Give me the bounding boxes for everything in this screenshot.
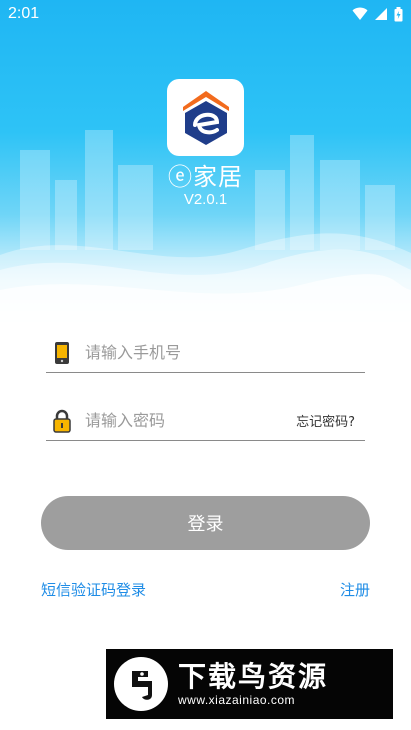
forgot-password-link[interactable]: 忘记密码?: [296, 411, 355, 430]
signal-icon: [375, 8, 387, 20]
header-banner: 2:01 ⓔ家居 V2.0.1: [0, 0, 411, 330]
lock-icon: [49, 407, 75, 435]
app-name: ⓔ家居: [168, 163, 243, 191]
house-e-logo-icon: [182, 90, 229, 145]
app-version: V2.0.1: [183, 191, 228, 208]
password-input[interactable]: [85, 411, 297, 430]
watermark-url: www.xiazainiao.com: [178, 693, 296, 707]
status-bar: 2:01: [0, 0, 411, 28]
wifi-icon: [352, 7, 368, 20]
app-logo: [167, 79, 244, 156]
bird-logo-icon: [114, 657, 168, 711]
watermark-text: 下载鸟资源 www.xiazainiao.com: [178, 660, 329, 708]
battery-icon: [394, 6, 403, 21]
register-link[interactable]: 注册: [340, 579, 370, 600]
watermark-title: 下载鸟资源: [178, 660, 329, 693]
wave-decoration: [0, 233, 411, 330]
status-icons: [352, 6, 403, 22]
login-button[interactable]: 登录: [41, 496, 370, 550]
phone-field[interactable]: [46, 333, 365, 373]
sms-login-link[interactable]: 短信验证码登录: [41, 579, 146, 600]
phone-input[interactable]: [85, 343, 365, 362]
status-time: 2:01: [8, 5, 40, 22]
phone-icon: [49, 339, 75, 367]
watermark-banner: 下载鸟资源 www.xiazainiao.com: [106, 649, 393, 719]
password-field[interactable]: 忘记密码?: [46, 401, 365, 441]
